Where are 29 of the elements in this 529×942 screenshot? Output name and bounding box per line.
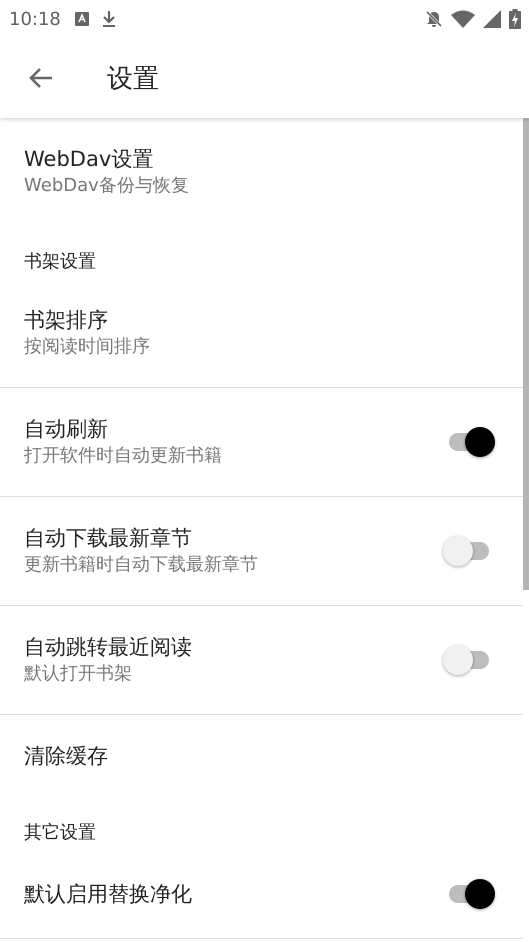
bell-off-icon	[425, 10, 443, 28]
item-title: 自动跳转最近阅读	[24, 634, 193, 661]
category-header: 其它设置	[23, 821, 97, 845]
category-header: 书架设置	[23, 250, 97, 274]
item-title: WebDav设置	[24, 146, 154, 173]
item-summary: 打开软件时自动更新书籍	[24, 444, 223, 468]
item-title: 自动刷新	[24, 416, 109, 443]
wifi-icon	[451, 10, 475, 28]
item-summary: 更新书籍时自动下载最新章节	[24, 553, 259, 577]
status-time: 10:18	[9, 8, 61, 30]
settings-item[interactable]: 默认启用替换净化	[0, 850, 523, 939]
item-title: 书架排序	[24, 307, 109, 334]
item-summary: 按阅读时间排序	[24, 335, 151, 359]
item-title: 默认启用替换净化	[24, 881, 193, 908]
item-title: 清除缓存	[24, 743, 109, 770]
settings-item[interactable]: 自动下载最新章节 更新书籍时自动下载最新章节	[0, 497, 523, 606]
battery-icon	[509, 9, 521, 29]
settings-item[interactable]: WebDav设置 WebDav备份与恢复	[0, 118, 523, 226]
settings-item[interactable]: 自动跳转最近阅读 默认打开书架	[0, 606, 523, 715]
item-summary: WebDav备份与恢复	[24, 174, 190, 198]
scrollbar[interactable]	[523, 118, 529, 590]
settings-item[interactable]: 清除缓存	[0, 715, 523, 797]
signal-icon	[483, 10, 501, 28]
item-title: 自动下载最新章节	[24, 525, 193, 552]
page-title: 设置	[107, 62, 159, 96]
keyboard-icon	[74, 12, 89, 26]
item-summary: 默认打开书架	[24, 662, 133, 686]
download-icon	[100, 10, 117, 28]
settings-item[interactable]: 自动刷新 打开软件时自动更新书籍	[0, 388, 523, 497]
